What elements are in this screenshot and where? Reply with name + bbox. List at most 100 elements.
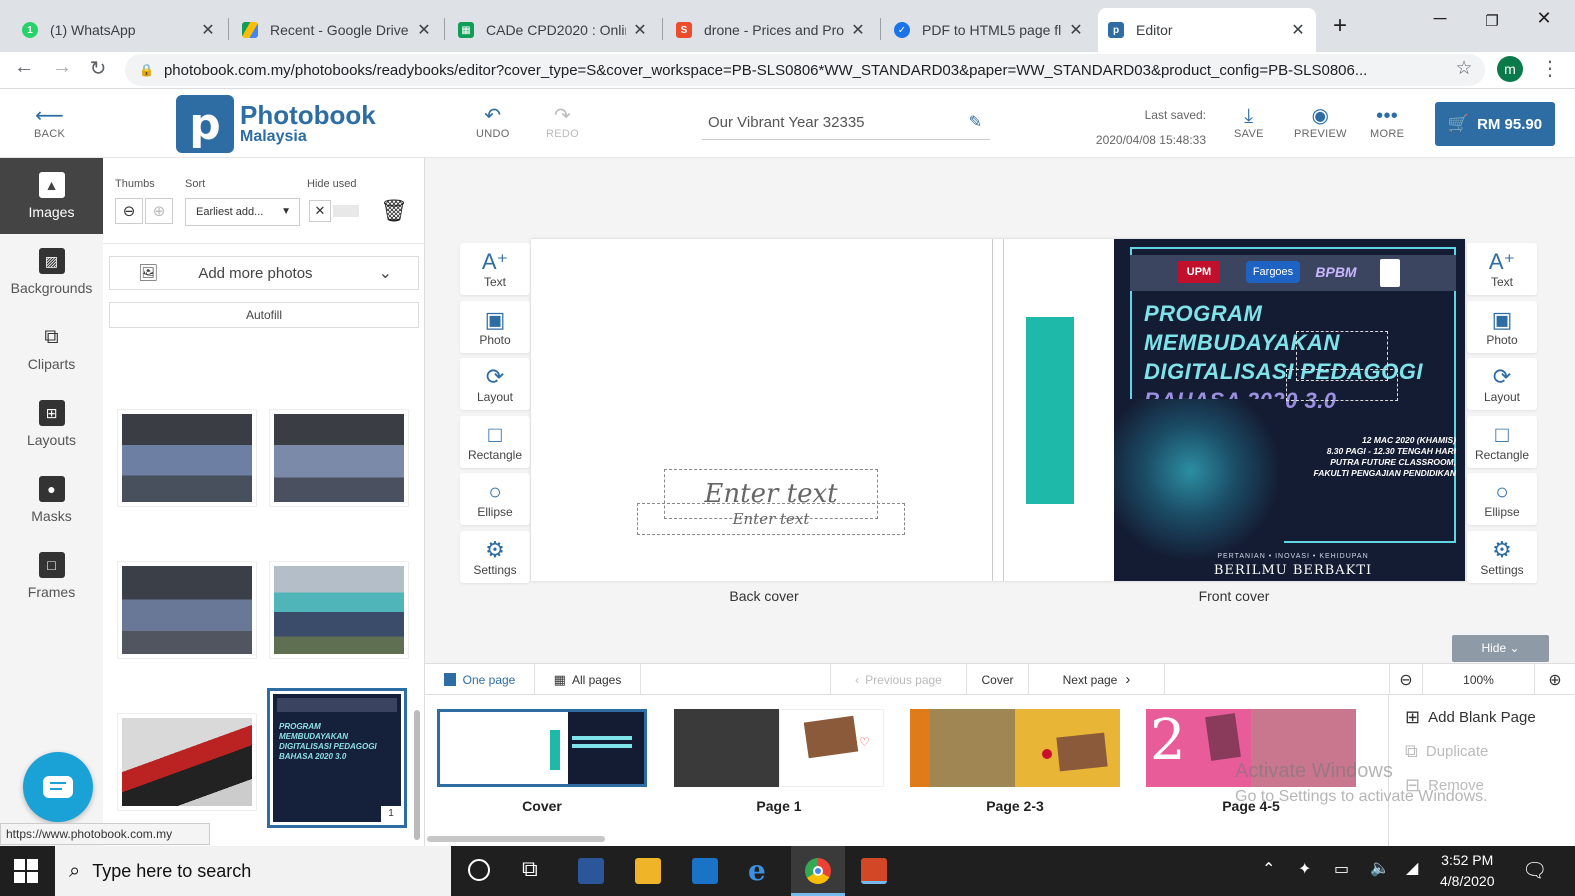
rail-item-images[interactable]: ▲ Images bbox=[0, 158, 103, 234]
photo-thumbnail[interactable] bbox=[117, 561, 257, 659]
file-explorer-icon[interactable] bbox=[635, 858, 661, 884]
rail-item-frames[interactable]: □ Frames bbox=[0, 538, 103, 614]
zoom-out-icon[interactable]: ⊖ bbox=[115, 198, 143, 224]
back-button[interactable]: ⟵ BACK bbox=[34, 104, 65, 140]
tool-settings[interactable]: ⚙ Settings bbox=[1467, 531, 1537, 583]
photo-thumbnail-selected[interactable]: PROGRAM MEMBUDAYAKAN DIGITALISASI PEDAGO… bbox=[267, 688, 407, 828]
chevron-up-icon[interactable]: ⌃ bbox=[1262, 859, 1275, 879]
taskbar-clock[interactable]: 3:52 PM 4/8/2020 bbox=[1440, 850, 1495, 892]
tool-photo[interactable]: ▣ Photo bbox=[460, 301, 530, 353]
zoom-in-icon[interactable]: ⊕ bbox=[1535, 664, 1575, 695]
photo-thumbnail[interactable] bbox=[269, 561, 409, 659]
tool-settings[interactable]: ⚙ Settings bbox=[460, 531, 530, 583]
add-more-photos-button[interactable]: 🖼 Add more photos ⌄ bbox=[109, 256, 419, 290]
close-window-icon[interactable]: ✕ bbox=[1520, 8, 1568, 29]
tool-rectangle[interactable]: □ Rectangle bbox=[460, 416, 530, 468]
autofill-button[interactable]: Autofill bbox=[109, 302, 419, 328]
wifi-icon[interactable]: ◢ bbox=[1406, 858, 1418, 878]
previous-page-button[interactable]: ‹ Previous page bbox=[830, 664, 967, 695]
photobook-logo[interactable]: p Photobook Malaysia bbox=[176, 95, 376, 153]
minimize-icon[interactable]: ─ bbox=[1416, 8, 1464, 29]
close-icon[interactable]: ✕ bbox=[416, 20, 432, 40]
thumb-strip-scrollbar[interactable] bbox=[427, 836, 605, 842]
star-icon[interactable]: ☆ bbox=[1450, 57, 1478, 80]
zoom-out-icon[interactable]: ⊖ bbox=[1389, 664, 1423, 695]
remove-button[interactable]: ⊟ Remove bbox=[1405, 775, 1484, 796]
tool-text[interactable]: A⁺ Text bbox=[460, 243, 530, 295]
address-bar[interactable]: 🔒 photobook.com.my/photobooks/readybooks… bbox=[125, 54, 1485, 86]
battery-icon[interactable]: ▭ bbox=[1334, 859, 1349, 879]
photo-thumbnail[interactable] bbox=[117, 713, 257, 811]
kebab-menu-icon[interactable]: ⋮ bbox=[1536, 56, 1564, 81]
tab-editor[interactable]: p Editor ✕ bbox=[1098, 8, 1316, 52]
project-name-field[interactable]: Our Vibrant Year 32335 ✎ bbox=[702, 110, 990, 140]
tool-layout[interactable]: ⟳ Layout bbox=[460, 358, 530, 410]
rail-item-backgrounds[interactable]: ▨ Backgrounds bbox=[0, 234, 103, 310]
profile-avatar[interactable]: m bbox=[1497, 56, 1523, 82]
close-icon[interactable]: ✕ bbox=[200, 20, 216, 40]
save-button[interactable]: ⤓ SAVE bbox=[1234, 104, 1264, 140]
tab-drone-prices[interactable]: S drone - Prices and Pron ✕ bbox=[666, 8, 876, 52]
cortana-icon[interactable] bbox=[468, 859, 490, 881]
close-icon[interactable]: ✕ bbox=[850, 20, 866, 40]
tool-rectangle[interactable]: □ Rectangle bbox=[1467, 416, 1537, 468]
cart-button[interactable]: 🛒 RM 95.90 bbox=[1435, 102, 1555, 146]
chrome-taskbar-button[interactable] bbox=[791, 846, 845, 896]
tab-whatsapp[interactable]: 1 (1) WhatsApp ✕ bbox=[12, 8, 226, 52]
forward-arrow-icon[interactable]: → bbox=[48, 56, 76, 79]
restore-icon[interactable]: ❐ bbox=[1468, 12, 1516, 30]
all-pages-button[interactable]: ▦ All pages bbox=[535, 664, 641, 695]
notifications-icon[interactable]: 🗨 bbox=[1522, 858, 1547, 883]
rail-item-masks[interactable]: ● Masks bbox=[0, 462, 103, 538]
pencil-icon[interactable]: ✎ bbox=[969, 110, 982, 136]
close-icon[interactable]: ✕ bbox=[1068, 20, 1084, 40]
rail-item-cliparts[interactable]: ⧉ Cliparts bbox=[0, 310, 103, 386]
rail-item-layouts[interactable]: ⊞ Layouts bbox=[0, 386, 103, 462]
close-icon[interactable]: ✕ bbox=[1290, 20, 1306, 40]
page-thumb-cover[interactable] bbox=[437, 709, 647, 787]
cover-spread[interactable]: Enter text Enter text UPM Fargoes BPBM P… bbox=[531, 239, 1465, 581]
mail-icon[interactable] bbox=[692, 858, 718, 884]
reload-icon[interactable]: ↻ bbox=[84, 56, 112, 81]
redo-button[interactable]: ↷ REDO bbox=[546, 104, 579, 140]
photo-thumbnail[interactable] bbox=[117, 409, 257, 507]
chat-button[interactable] bbox=[23, 752, 93, 822]
tab-pdf-flip[interactable]: ✓ PDF to HTML5 page flip ✕ bbox=[884, 8, 1094, 52]
add-blank-page-button[interactable]: ⊞ Add Blank Page bbox=[1405, 707, 1536, 728]
preview-button[interactable]: ◉ PREVIEW bbox=[1294, 104, 1347, 140]
undo-button[interactable]: ↶ UNDO bbox=[476, 104, 510, 140]
taskbar-search-box[interactable]: ⌕ Type here to search bbox=[55, 846, 451, 896]
more-button[interactable]: ••• MORE bbox=[1370, 104, 1404, 140]
page-thumb-4-5[interactable]: 2 bbox=[1146, 709, 1356, 787]
tool-ellipse[interactable]: ○ Ellipse bbox=[1467, 473, 1537, 525]
teal-rectangle[interactable] bbox=[1026, 317, 1074, 504]
page-thumb-2-3[interactable] bbox=[910, 709, 1120, 787]
front-cover-poster[interactable]: UPM Fargoes BPBM PROGRAM MEMBUDAYAKAN DI… bbox=[1114, 239, 1465, 581]
powerpoint-icon[interactable] bbox=[861, 858, 887, 884]
close-icon[interactable]: ✕ bbox=[632, 20, 648, 40]
text-placeholder-small[interactable]: Enter text bbox=[637, 503, 905, 535]
zoom-in-icon[interactable]: ⊕ bbox=[145, 198, 173, 224]
edge-icon[interactable]: e bbox=[748, 854, 766, 887]
task-view-icon[interactable]: ⧉ bbox=[522, 856, 538, 882]
next-page-button[interactable]: Next page › bbox=[1029, 664, 1165, 695]
windows-start-icon[interactable] bbox=[14, 859, 38, 883]
back-arrow-icon[interactable]: ← bbox=[10, 56, 38, 79]
tool-text[interactable]: A⁺ Text bbox=[1467, 243, 1537, 295]
photo-thumbnail[interactable] bbox=[269, 409, 409, 507]
tool-photo[interactable]: ▣ Photo bbox=[1467, 301, 1537, 353]
one-page-button[interactable]: One page bbox=[425, 664, 535, 695]
tool-ellipse[interactable]: ○ Ellipse bbox=[460, 473, 530, 525]
new-tab-button[interactable]: + bbox=[1316, 12, 1364, 40]
duplicate-button[interactable]: ⧉ Duplicate bbox=[1405, 741, 1488, 762]
panel-scrollbar[interactable] bbox=[414, 710, 420, 840]
tab-google-drive[interactable]: Recent - Google Drive ✕ bbox=[232, 8, 442, 52]
page-thumb-1[interactable]: ♡ bbox=[674, 709, 884, 787]
tool-layout[interactable]: ⟳ Layout bbox=[1467, 358, 1537, 410]
dropbox-icon[interactable]: ✦ bbox=[1298, 859, 1311, 879]
volume-icon[interactable]: 🔈 bbox=[1370, 858, 1390, 878]
trash-icon[interactable]: 🗑 bbox=[380, 198, 408, 224]
hide-used-toggle[interactable]: ✕ bbox=[309, 200, 331, 222]
tab-cade-cpd[interactable]: ▦ CADe CPD2020 : Online ✕ bbox=[448, 8, 658, 52]
sort-select[interactable]: Earliest add... ▼ bbox=[185, 198, 300, 226]
